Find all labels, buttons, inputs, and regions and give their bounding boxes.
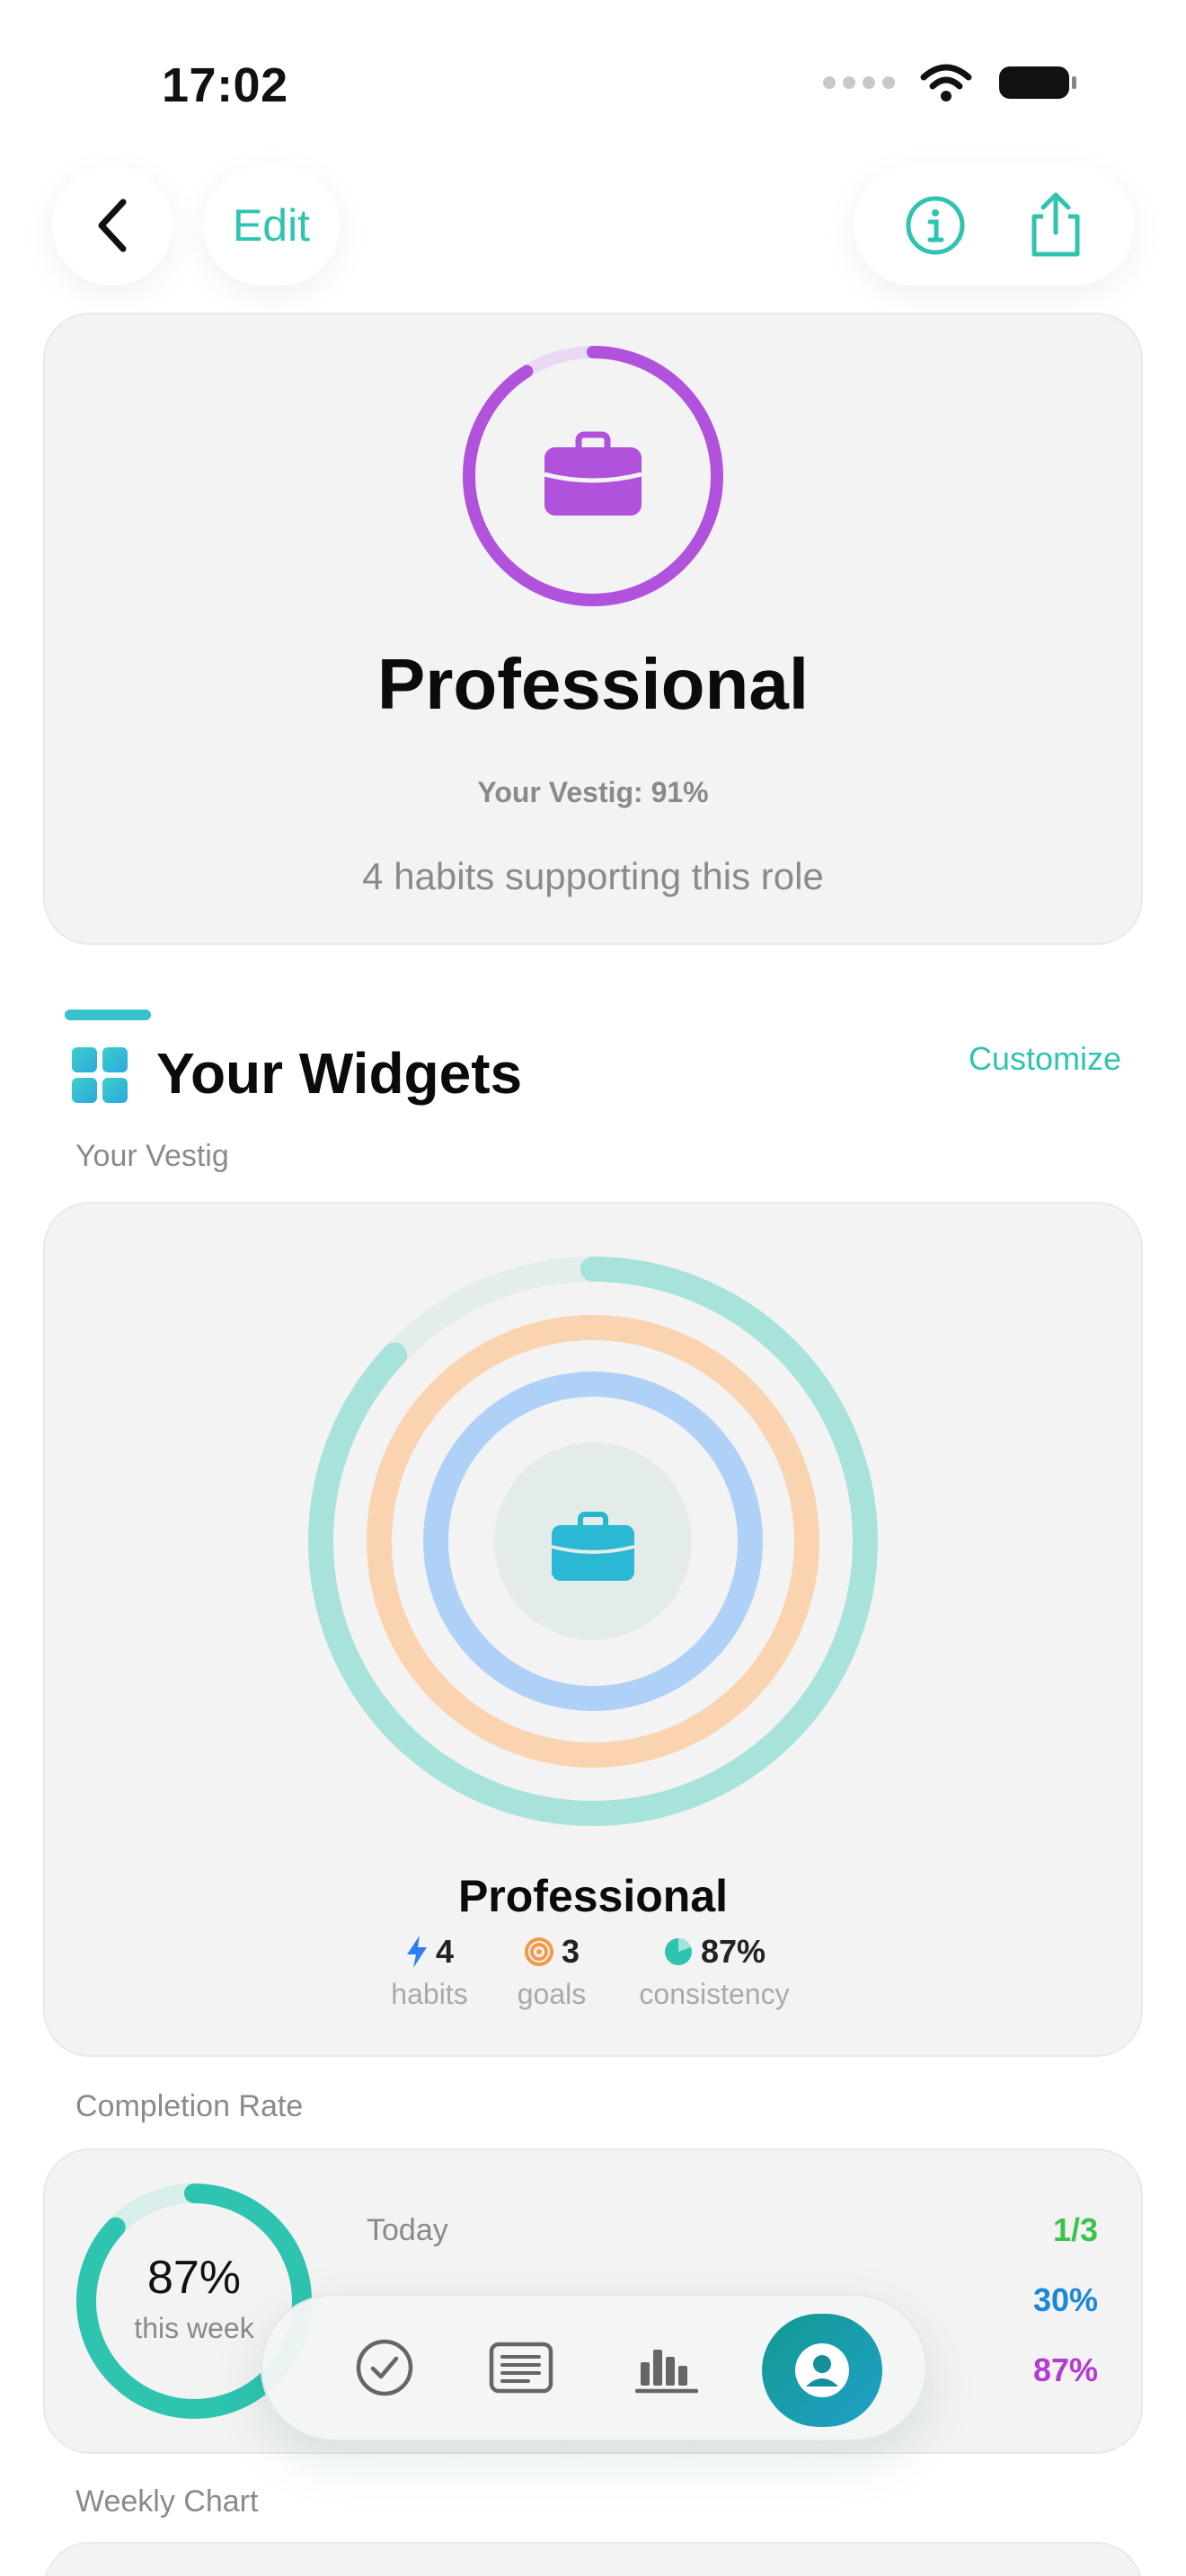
completion-row-value: 30%: [1032, 2281, 1098, 2318]
status-icons: [823, 63, 1078, 102]
signal-icon: [823, 76, 895, 89]
tab-bar: [261, 2294, 927, 2441]
habits-stat: 4 habits: [377, 1933, 482, 2011]
vestig-rings: [308, 1257, 878, 1826]
bar-chart-icon: [635, 2350, 698, 2394]
role-progress-ring: [463, 346, 723, 606]
completion-row-value: 87%: [1032, 2351, 1098, 2388]
info-icon[interactable]: [904, 194, 967, 257]
goals-stat-label: goals: [517, 1978, 587, 2010]
edit-button[interactable]: Edit: [203, 165, 340, 286]
goals-stat-value: 3: [561, 1933, 580, 1970]
vestig-section-label: Your Vestig: [75, 1139, 229, 1173]
habits-count-text: 4 habits supporting this role: [362, 855, 824, 897]
habits-stat-value: 4: [435, 1933, 455, 1970]
bolt-icon: [406, 1936, 427, 1968]
check-circle-icon: [356, 2339, 413, 2396]
habits-stat-label: habits: [391, 1978, 468, 2010]
back-button[interactable]: [52, 165, 173, 286]
list-icon: [489, 2342, 553, 2394]
vestig-score: Your Vestig: 91%: [477, 776, 709, 808]
completion-section-label: Completion Rate: [75, 2089, 304, 2123]
completion-row-value: 1/3: [1052, 2211, 1098, 2248]
wifi-icon: [920, 64, 972, 101]
share-icon[interactable]: [1027, 191, 1084, 260]
completion-percent: 87%: [146, 2252, 242, 2304]
consistency-stat: 87% consistency: [622, 1933, 807, 2011]
chevron-left-icon: [98, 198, 127, 252]
tab-profile[interactable]: [762, 2314, 882, 2427]
weekly-section-label: Weekly Chart: [75, 2484, 259, 2519]
goals-stat: 3 goals: [501, 1933, 602, 2011]
nav-actions: [854, 165, 1134, 286]
widgets-grid-icon: [72, 1047, 128, 1103]
completion-row-label: Today: [367, 2213, 448, 2247]
weekly-chart-card[interactable]: [43, 2542, 1143, 2576]
target-icon: [524, 1937, 553, 1966]
tab-journal[interactable]: [474, 2321, 568, 2414]
section-accent-bar: [65, 1010, 151, 1020]
customize-button[interactable]: Customize: [969, 1040, 1121, 1078]
consistency-stat-label: consistency: [639, 1978, 790, 2010]
tab-stats[interactable]: [620, 2321, 713, 2414]
consistency-stat-value: 87%: [700, 1933, 766, 1970]
tab-habits[interactable]: [338, 2321, 431, 2414]
vestig-widget-title: Professional: [457, 1871, 729, 1921]
status-time: 17:02: [162, 58, 288, 112]
widgets-title: Your Widgets: [156, 1041, 523, 1106]
role-title: Professional: [376, 644, 810, 724]
profile-icon: [795, 2343, 849, 2397]
briefcase-icon: [544, 431, 642, 516]
battery-icon: [999, 66, 1076, 99]
pie-icon: [664, 1938, 692, 1965]
